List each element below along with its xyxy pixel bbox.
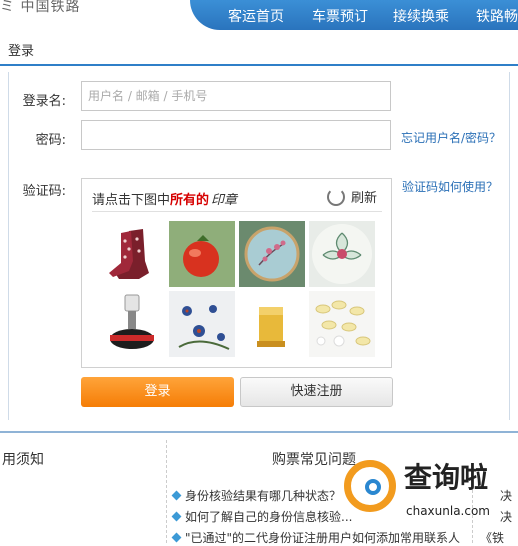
watermark-title: 查询啦 (404, 461, 489, 494)
username-label: 登录名: (22, 94, 66, 109)
captcha-prompt-highlight: 所有的 (170, 193, 210, 208)
bullet-icon (171, 532, 182, 543)
captcha-tile-porcelain[interactable] (169, 291, 235, 357)
captcha-tile-seal[interactable] (239, 291, 305, 357)
captcha-tile-stamp[interactable] (99, 291, 165, 357)
nav-item-railway[interactable]: 铁路畅 (476, 6, 518, 26)
bullet-icon (171, 511, 182, 522)
bullet-icon (171, 490, 182, 501)
captcha-prompt-target: 印章 (211, 193, 238, 208)
login-title-bar: 登录 (0, 30, 518, 66)
quick-register-button[interactable]: 快速注册 (240, 377, 393, 407)
captcha-help-link[interactable]: 验证码如何使用？ (402, 178, 498, 195)
captcha-panel: 请点击下图中所有的 印章 刷新 (81, 178, 392, 368)
captcha-tile-embroidery[interactable] (239, 221, 305, 287)
section-divider (0, 431, 518, 433)
top-bar: ミ 中国铁路 客运首页 车票预订 接续换乘 铁路畅 (0, 0, 518, 30)
forgot-password-link[interactable]: 忘记用户名/密码？ (401, 129, 501, 146)
nav-item-transfer[interactable]: 接续换乘 (393, 6, 449, 26)
captcha-prompt: 请点击下图中所有的 印章 (92, 189, 237, 208)
notice-heading: 用须知 (2, 452, 44, 468)
faq-item[interactable]: 身份核验结果有哪几种状态？ (171, 487, 341, 504)
refresh-label: 刷新 (350, 191, 377, 206)
captcha-tile-tomato[interactable] (169, 221, 235, 287)
captcha-refresh-button[interactable]: 刷新 (326, 187, 377, 206)
captcha-tile-pills[interactable] (309, 291, 375, 357)
captcha-tile-flower-plate[interactable] (309, 221, 375, 287)
nav-item-home[interactable]: 客运首页 (228, 6, 284, 26)
site-logo: ミ 中国铁路 (0, 0, 81, 15)
watermark-logo-icon (344, 460, 396, 512)
faq-item[interactable]: 如何了解自己的身份信息核验... (171, 508, 352, 525)
password-label: 密码: (35, 133, 66, 148)
watermark-url: chaxunla.com (406, 504, 490, 518)
nav-band: 客运首页 车票预订 接续换乘 铁路畅 (190, 0, 518, 30)
captcha-prompt-prefix: 请点击下图中 (92, 193, 171, 208)
nav-item-booking[interactable]: 车票预订 (312, 6, 368, 26)
watermark: 查询啦 chaxunla.com (340, 452, 518, 532)
login-button[interactable]: 登录 (81, 377, 234, 407)
refresh-icon (326, 187, 345, 206)
column-separator (166, 440, 167, 543)
password-input[interactable] (81, 120, 391, 150)
page-title: 登录 (8, 44, 35, 59)
captcha-label: 验证码: (22, 184, 66, 199)
captcha-divider (92, 211, 382, 212)
captcha-tile-boots[interactable] (99, 221, 165, 287)
username-input[interactable]: 用户名 / 邮箱 / 手机号 (81, 81, 391, 111)
